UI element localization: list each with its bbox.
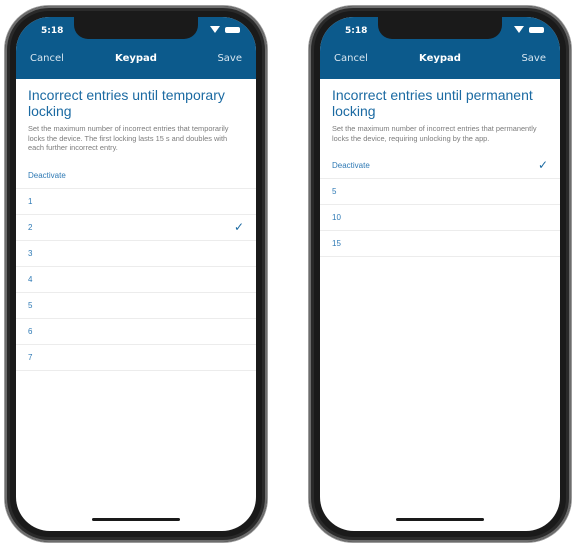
option-label: 6 <box>28 326 33 336</box>
battery-icon <box>529 26 544 33</box>
page-title: Incorrect entries until permanent lockin… <box>332 87 533 119</box>
options-list: Deactivate ✓ 5 10 15 <box>320 153 560 257</box>
wifi-icon <box>514 26 524 33</box>
home-indicator[interactable] <box>396 518 484 521</box>
option-label: 2 <box>28 222 33 232</box>
option-5[interactable]: 5 <box>320 179 560 205</box>
page-description: Set the maximum number of incorrect entr… <box>28 124 229 152</box>
option-deactivate[interactable]: Deactivate ✓ <box>320 153 560 179</box>
content: Incorrect entries until permanent lockin… <box>320 79 560 531</box>
phone-permanent-locking: 5:18 Cancel Keypad Save Incorrect entrie… <box>309 6 571 542</box>
phone-screen: 5:18 Cancel Keypad Save Incorrect entrie… <box>16 17 256 531</box>
notch <box>378 17 502 39</box>
save-button[interactable]: Save <box>217 53 242 64</box>
option-15[interactable]: 15 <box>320 231 560 257</box>
option-label: 4 <box>28 274 33 284</box>
phone-temporary-locking: 5:18 Cancel Keypad Save Incorrect entrie… <box>5 6 267 542</box>
option-label: 1 <box>28 196 33 206</box>
checkmark-icon: ✓ <box>537 158 548 172</box>
page-title: Incorrect entries until temporary lockin… <box>28 87 225 119</box>
option-2[interactable]: 2 ✓ <box>16 215 256 241</box>
option-deactivate[interactable]: Deactivate <box>16 163 256 189</box>
option-3[interactable]: 3 <box>16 241 256 267</box>
status-time: 5:18 <box>345 26 368 36</box>
option-6[interactable]: 6 <box>16 319 256 345</box>
wifi-icon <box>210 26 220 33</box>
option-10[interactable]: 10 <box>320 205 560 231</box>
save-button[interactable]: Save <box>521 53 546 64</box>
home-indicator[interactable] <box>92 518 180 521</box>
status-time: 5:18 <box>41 26 64 36</box>
option-label: 5 <box>28 300 33 310</box>
notch <box>74 17 198 39</box>
option-label: 10 <box>332 213 341 222</box>
option-label: Deactivate <box>332 161 370 170</box>
options-list: Deactivate 1 2 ✓ 3 4 5 6 7 <box>16 163 256 371</box>
checkmark-icon: ✓ <box>233 219 244 234</box>
status-icons <box>514 26 544 33</box>
option-label: 7 <box>28 352 33 362</box>
option-label: 5 <box>332 187 337 196</box>
option-1[interactable]: 1 <box>16 189 256 215</box>
content: Incorrect entries until temporary lockin… <box>16 79 256 531</box>
option-label: Deactivate <box>28 170 66 180</box>
option-label: 15 <box>332 239 341 248</box>
option-4[interactable]: 4 <box>16 267 256 293</box>
phone-screen: 5:18 Cancel Keypad Save Incorrect entrie… <box>320 17 560 531</box>
option-5[interactable]: 5 <box>16 293 256 319</box>
option-label: 3 <box>28 248 33 258</box>
page-description: Set the maximum number of incorrect entr… <box>332 124 537 143</box>
option-7[interactable]: 7 <box>16 345 256 371</box>
battery-icon <box>225 26 240 33</box>
status-icons <box>210 26 240 33</box>
